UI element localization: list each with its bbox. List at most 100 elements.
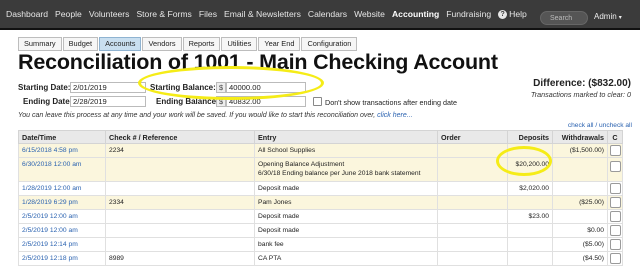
row-order xyxy=(437,195,508,210)
row-clear-checkbox[interactable] xyxy=(609,253,621,264)
row-deposit: $2,020.00 xyxy=(507,181,553,196)
tab-budget[interactable]: Budget xyxy=(62,37,99,51)
row-date-link[interactable]: 6/30/2018 12:00 am xyxy=(18,157,106,182)
admin-menu[interactable]: Admin ▾ xyxy=(594,12,622,21)
tab-reports[interactable]: Reports xyxy=(182,37,221,51)
table-row: 6/15/2018 4:58 pm 2234 All School Suppli… xyxy=(18,143,623,158)
table-header-row: Date/Time Check # / Reference Entry Orde… xyxy=(18,130,623,144)
row-withdrawal: ($25.00) xyxy=(552,195,608,210)
row-date-link[interactable]: 6/15/2018 4:58 pm xyxy=(18,143,106,158)
ending-date-label: Ending Date: xyxy=(23,97,73,106)
row-entry: All School Supplies xyxy=(254,143,438,158)
row-order xyxy=(437,181,508,196)
tab-vendors[interactable]: Vendors xyxy=(142,37,182,51)
check-all-link[interactable]: check all xyxy=(568,122,594,129)
nav-calendars[interactable]: Calendars xyxy=(308,9,347,19)
ending-date-input[interactable]: 2/28/2019 xyxy=(70,96,146,107)
row-date-link[interactable]: 2/5/2019 12:00 am xyxy=(18,223,106,238)
row-order xyxy=(437,251,508,266)
row-deposit xyxy=(507,237,553,252)
uncheck-all-link[interactable]: uncheck all xyxy=(599,122,632,129)
row-date-link[interactable]: 2/5/2019 12:14 pm xyxy=(18,237,106,252)
row-deposit xyxy=(507,195,553,210)
table-row: 1/28/2019 6:29 pm 2334 Pam Jones ($25.00… xyxy=(18,195,623,210)
nav-help-label: Help xyxy=(509,9,527,19)
admin-label: Admin xyxy=(594,12,617,21)
nav-files[interactable]: Files xyxy=(199,9,217,19)
table-row: 6/30/2018 12:00 am Opening Balance Adjus… xyxy=(18,157,623,182)
row-withdrawal xyxy=(552,209,608,224)
header-reference[interactable]: Check # / Reference xyxy=(105,130,255,144)
row-clear-checkbox[interactable] xyxy=(609,239,621,250)
row-deposit: $20,200.00 xyxy=(507,157,553,182)
starting-balance-input[interactable]: 40000.00 xyxy=(226,82,306,93)
nav-accounting[interactable]: Accounting xyxy=(392,9,439,19)
table-row: 2/5/2019 12:00 am Deposit made $23.00 xyxy=(18,209,623,224)
row-withdrawal: $0.00 xyxy=(552,223,608,238)
row-entry-memo: 6/30/18 Ending balance per June 2018 ban… xyxy=(258,170,421,177)
starting-date-label: Starting Date: xyxy=(18,83,71,92)
row-entry: Deposit made xyxy=(254,181,438,196)
nav-store-forms[interactable]: Store & Forms xyxy=(136,9,191,19)
tab-year-end[interactable]: Year End xyxy=(258,37,301,51)
nav-website[interactable]: Website xyxy=(354,9,385,19)
check-links: check all / uncheck all xyxy=(560,122,632,129)
row-reference: 2234 xyxy=(105,143,255,158)
row-reference xyxy=(105,157,255,182)
tab-summary[interactable]: Summary xyxy=(18,37,62,51)
row-entry: Pam Jones xyxy=(254,195,438,210)
nav-dashboard[interactable]: Dashboard xyxy=(6,9,48,19)
row-order xyxy=(437,223,508,238)
table-row: 1/28/2019 12:00 am Deposit made $2,020.0… xyxy=(18,181,623,196)
row-date-link[interactable]: 2/5/2019 12:00 am xyxy=(18,209,106,224)
row-clear-checkbox[interactable] xyxy=(609,225,621,236)
ending-balance-currency: $ xyxy=(216,96,226,107)
row-date-link[interactable]: 1/28/2019 6:29 pm xyxy=(18,195,106,210)
row-clear-checkbox[interactable] xyxy=(609,161,621,172)
row-reference: 2334 xyxy=(105,195,255,210)
row-entry: bank fee xyxy=(254,237,438,252)
nav-help[interactable]: ? Help xyxy=(498,9,527,19)
tab-accounts[interactable]: Accounts xyxy=(99,37,142,51)
help-icon: ? xyxy=(498,9,508,19)
row-withdrawal: ($1,500.00) xyxy=(552,143,608,158)
header-order[interactable]: Order xyxy=(437,130,508,144)
nav-people[interactable]: People xyxy=(55,9,82,19)
ending-balance-input[interactable]: 40832.00 xyxy=(226,96,306,107)
tab-utilities[interactable]: Utilities xyxy=(221,37,258,51)
nav-email-newsletters[interactable]: Email & Newsletters xyxy=(224,9,301,19)
header-deposits[interactable]: Deposits xyxy=(507,130,553,144)
ending-balance-label: Ending Balance: xyxy=(156,97,219,106)
cleared-count-label: Transactions marked to clear: 0 xyxy=(530,90,631,99)
row-clear-cell xyxy=(607,143,623,158)
row-clear-cell xyxy=(607,237,623,252)
row-clear-checkbox[interactable] xyxy=(609,197,621,208)
row-date-link[interactable]: 2/5/2019 12:18 pm xyxy=(18,251,106,266)
row-deposit xyxy=(507,143,553,158)
header-date[interactable]: Date/Time xyxy=(18,130,106,144)
starting-balance-label: Starting Balance: xyxy=(150,83,216,92)
header-clear: C xyxy=(607,130,623,144)
save-note-text: You can leave this process at any time a… xyxy=(18,112,376,119)
nav-fundraising[interactable]: Fundraising xyxy=(446,9,491,19)
row-reference xyxy=(105,223,255,238)
start-over-link[interactable]: click here... xyxy=(377,112,412,119)
starting-balance-currency: $ xyxy=(216,82,226,93)
row-entry: Deposit made xyxy=(254,223,438,238)
header-withdrawals[interactable]: Withdrawals xyxy=(552,130,608,144)
dont-show-checkbox[interactable] xyxy=(313,97,322,106)
row-reference: 8989 xyxy=(105,251,255,266)
nav-volunteers[interactable]: Volunteers xyxy=(89,9,130,19)
header-entry[interactable]: Entry xyxy=(254,130,438,144)
search-input[interactable]: Search xyxy=(540,11,588,25)
row-clear-checkbox[interactable] xyxy=(609,211,621,222)
starting-date-input[interactable]: 2/01/2019 xyxy=(70,82,146,93)
tab-configuration[interactable]: Configuration xyxy=(301,37,358,51)
row-clear-checkbox[interactable] xyxy=(609,183,621,194)
row-entry-title: Opening Balance Adjustment xyxy=(258,161,345,168)
row-clear-checkbox[interactable] xyxy=(609,145,621,156)
row-deposit xyxy=(507,223,553,238)
accounting-subtabs: Summary Budget Accounts Vendors Reports … xyxy=(18,37,358,51)
row-date-link[interactable]: 1/28/2019 12:00 am xyxy=(18,181,106,196)
row-clear-cell xyxy=(607,209,623,224)
